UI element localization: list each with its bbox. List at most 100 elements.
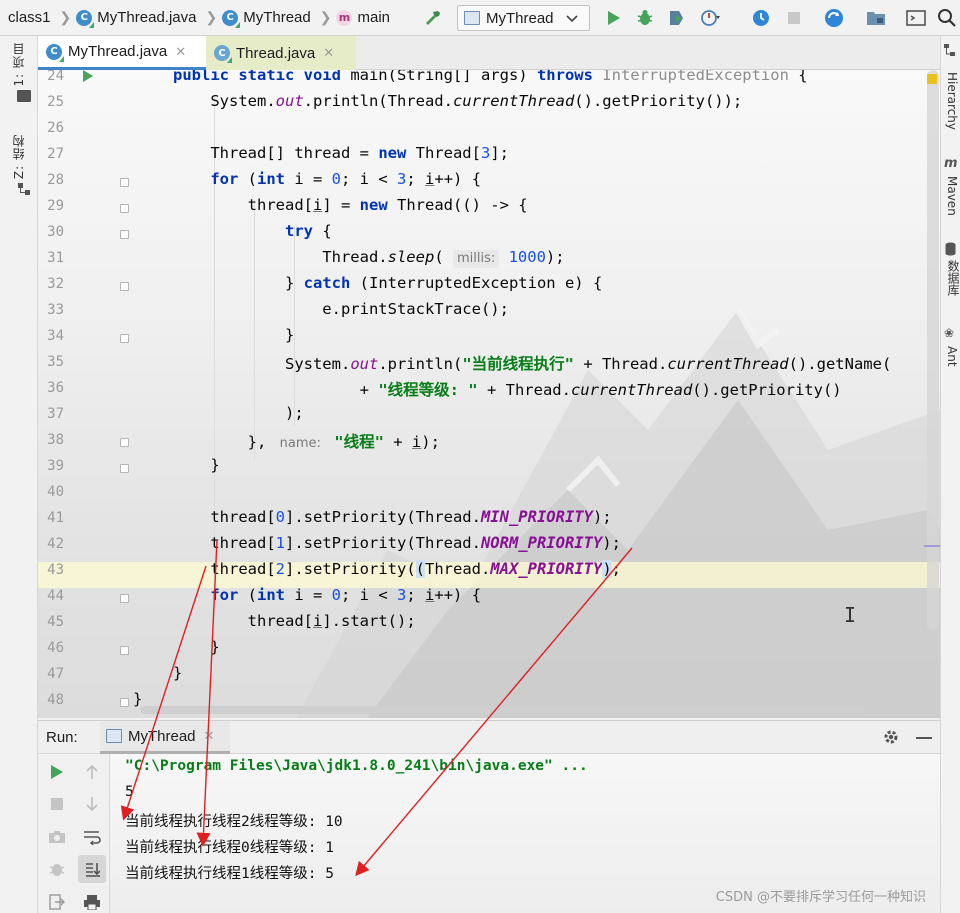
fold-marker[interactable] bbox=[120, 178, 129, 187]
stop-icon[interactable] bbox=[47, 794, 67, 814]
line-number: 38 bbox=[47, 432, 64, 448]
run-configuration-select[interactable]: MyThread bbox=[457, 5, 590, 31]
code-line: + "线程等级: " + Thread.currentThread().getP… bbox=[173, 381, 842, 399]
code-line: Thread.sleep( millis: 1000); bbox=[173, 248, 565, 268]
debug-bug-icon[interactable] bbox=[634, 7, 656, 29]
fold-marker[interactable] bbox=[120, 594, 129, 603]
chevron-right-icon: ❯ bbox=[205, 9, 218, 25]
chevron-right-icon: ❯ bbox=[59, 9, 72, 25]
line-number: 29 bbox=[47, 198, 64, 214]
string-literal: "线程等级: " bbox=[378, 381, 478, 399]
line-number: 45 bbox=[47, 614, 64, 630]
fold-marker[interactable] bbox=[120, 438, 129, 447]
structure-tool-tab[interactable]: Z: 结构 bbox=[10, 134, 27, 179]
line-number: 48 bbox=[47, 692, 64, 708]
tab-mythread-java[interactable]: C MyThread.java ✕ bbox=[38, 36, 206, 70]
tab-label: MyThread.java bbox=[68, 43, 168, 60]
scroll-to-end-icon[interactable] bbox=[78, 855, 106, 883]
line-number: 43 bbox=[47, 562, 64, 578]
soft-wrap-icon[interactable] bbox=[82, 827, 102, 847]
fold-marker[interactable] bbox=[120, 204, 129, 213]
run-tab-label: MyThread bbox=[128, 727, 196, 745]
arrow-down-icon[interactable] bbox=[82, 794, 102, 814]
hierarchy-icon bbox=[944, 44, 956, 56]
fold-marker[interactable] bbox=[120, 282, 129, 291]
line-number: 36 bbox=[47, 380, 64, 396]
fold-marker[interactable] bbox=[120, 698, 129, 707]
console-line: "C:\Program Files\Java\jdk1.8.0_241\bin\… bbox=[125, 758, 588, 774]
run-with-coverage-icon[interactable] bbox=[666, 7, 688, 29]
tab-run-mythread[interactable]: MyThread ✕ bbox=[100, 721, 230, 754]
fold-marker[interactable] bbox=[120, 646, 129, 655]
console-line: 当前线程执行线程0线程等级: 1 bbox=[125, 840, 334, 856]
run-icon[interactable] bbox=[602, 7, 624, 29]
code-line: } bbox=[173, 638, 220, 656]
line-number: 47 bbox=[47, 666, 64, 682]
code-line: for (int i = 0; i < 3; i++) { bbox=[210, 586, 482, 604]
line-number: 37 bbox=[47, 406, 64, 422]
breadcrumb-class[interactable]: MyThread bbox=[243, 9, 311, 26]
close-icon[interactable]: ✕ bbox=[204, 728, 215, 744]
console-output[interactable]: "C:\Program Files\Java\jdk1.8.0_241\bin\… bbox=[110, 754, 940, 913]
left-tool-strip: 1: 项目 Z: 结构 bbox=[0, 36, 38, 913]
project-tool-tab[interactable]: 1: 项目 bbox=[10, 42, 27, 87]
arrow-up-icon[interactable] bbox=[82, 762, 102, 782]
run-panel-header: Run: MyThread ✕ bbox=[38, 720, 940, 754]
ant-tool-tab[interactable]: Ant bbox=[945, 346, 959, 367]
run-panel-label: Run: bbox=[46, 729, 78, 746]
tab-thread-java[interactable]: C Thread.java ✕ bbox=[206, 36, 356, 70]
warning-marker[interactable] bbox=[927, 74, 937, 84]
line-number: 31 bbox=[47, 250, 64, 266]
line-number: 25 bbox=[47, 94, 64, 110]
string-literal: "当前线程执行" bbox=[462, 355, 574, 373]
breadcrumb-project[interactable]: class1 bbox=[8, 9, 51, 26]
database-tool-tab[interactable]: 数据库 bbox=[945, 260, 960, 296]
terminal-icon[interactable] bbox=[905, 7, 927, 29]
run-configuration-label: MyThread bbox=[486, 9, 554, 27]
line-number: 24 bbox=[47, 70, 64, 84]
exit-icon[interactable] bbox=[47, 892, 67, 912]
code-line: public static void main(String[] args) t… bbox=[173, 70, 808, 84]
console-line: 当前线程执行线程2线程等级: 10 bbox=[125, 814, 343, 830]
application-config-icon bbox=[464, 11, 480, 25]
fold-marker[interactable] bbox=[120, 334, 129, 343]
profile-icon[interactable] bbox=[700, 7, 722, 29]
stop-icon[interactable] bbox=[783, 7, 805, 29]
code-line: Thread[] thread = new Thread[3]; bbox=[173, 144, 509, 162]
build-hammer-icon[interactable] bbox=[422, 7, 444, 29]
close-icon[interactable]: ✕ bbox=[175, 44, 186, 60]
right-tool-strip: Hierarchy m Maven 数据库 ❀ Ant bbox=[940, 36, 960, 913]
line-number: 39 bbox=[47, 458, 64, 474]
hierarchy-tool-tab[interactable]: Hierarchy bbox=[945, 72, 959, 130]
editor-horizontal-scrollbar[interactable] bbox=[140, 706, 865, 714]
line-number: 42 bbox=[47, 536, 64, 552]
maven-tool-tab[interactable]: Maven bbox=[945, 176, 959, 216]
java-class-icon: C bbox=[76, 9, 95, 28]
print-icon[interactable] bbox=[82, 892, 102, 912]
update-icon[interactable] bbox=[823, 7, 845, 29]
dump-threads-icon[interactable] bbox=[47, 859, 67, 879]
fold-marker[interactable] bbox=[120, 230, 129, 239]
code-line: System.out.println(Thread.currentThread(… bbox=[173, 92, 743, 110]
line-number: 46 bbox=[47, 640, 64, 656]
fold-marker[interactable] bbox=[120, 464, 129, 473]
breadcrumb-method[interactable]: main bbox=[357, 9, 390, 26]
error-stripe-marker[interactable] bbox=[924, 545, 940, 547]
run-gutter-icon[interactable] bbox=[82, 70, 94, 87]
settings-gear-icon[interactable] bbox=[882, 728, 900, 750]
line-number: 44 bbox=[47, 588, 64, 604]
close-icon[interactable]: ✕ bbox=[323, 45, 334, 61]
line-number: 28 bbox=[47, 172, 64, 188]
minimize-icon[interactable] bbox=[916, 737, 932, 739]
java-class-icon: C bbox=[214, 45, 232, 63]
search-icon[interactable] bbox=[936, 7, 958, 29]
code-line: } catch (InterruptedException e) { bbox=[173, 274, 603, 292]
camera-icon[interactable] bbox=[47, 827, 67, 847]
code-editor[interactable]: 24 25 26 27 28 29 30 31 32 33 34 35 36 3… bbox=[38, 70, 940, 718]
rerun-icon[interactable] bbox=[47, 762, 67, 782]
breadcrumb-file[interactable]: MyThread.java bbox=[97, 9, 196, 26]
help-time-icon[interactable] bbox=[750, 7, 772, 29]
line-number: 27 bbox=[47, 146, 64, 162]
project-structure-icon[interactable] bbox=[865, 7, 887, 29]
java-class-icon: C bbox=[222, 9, 241, 28]
